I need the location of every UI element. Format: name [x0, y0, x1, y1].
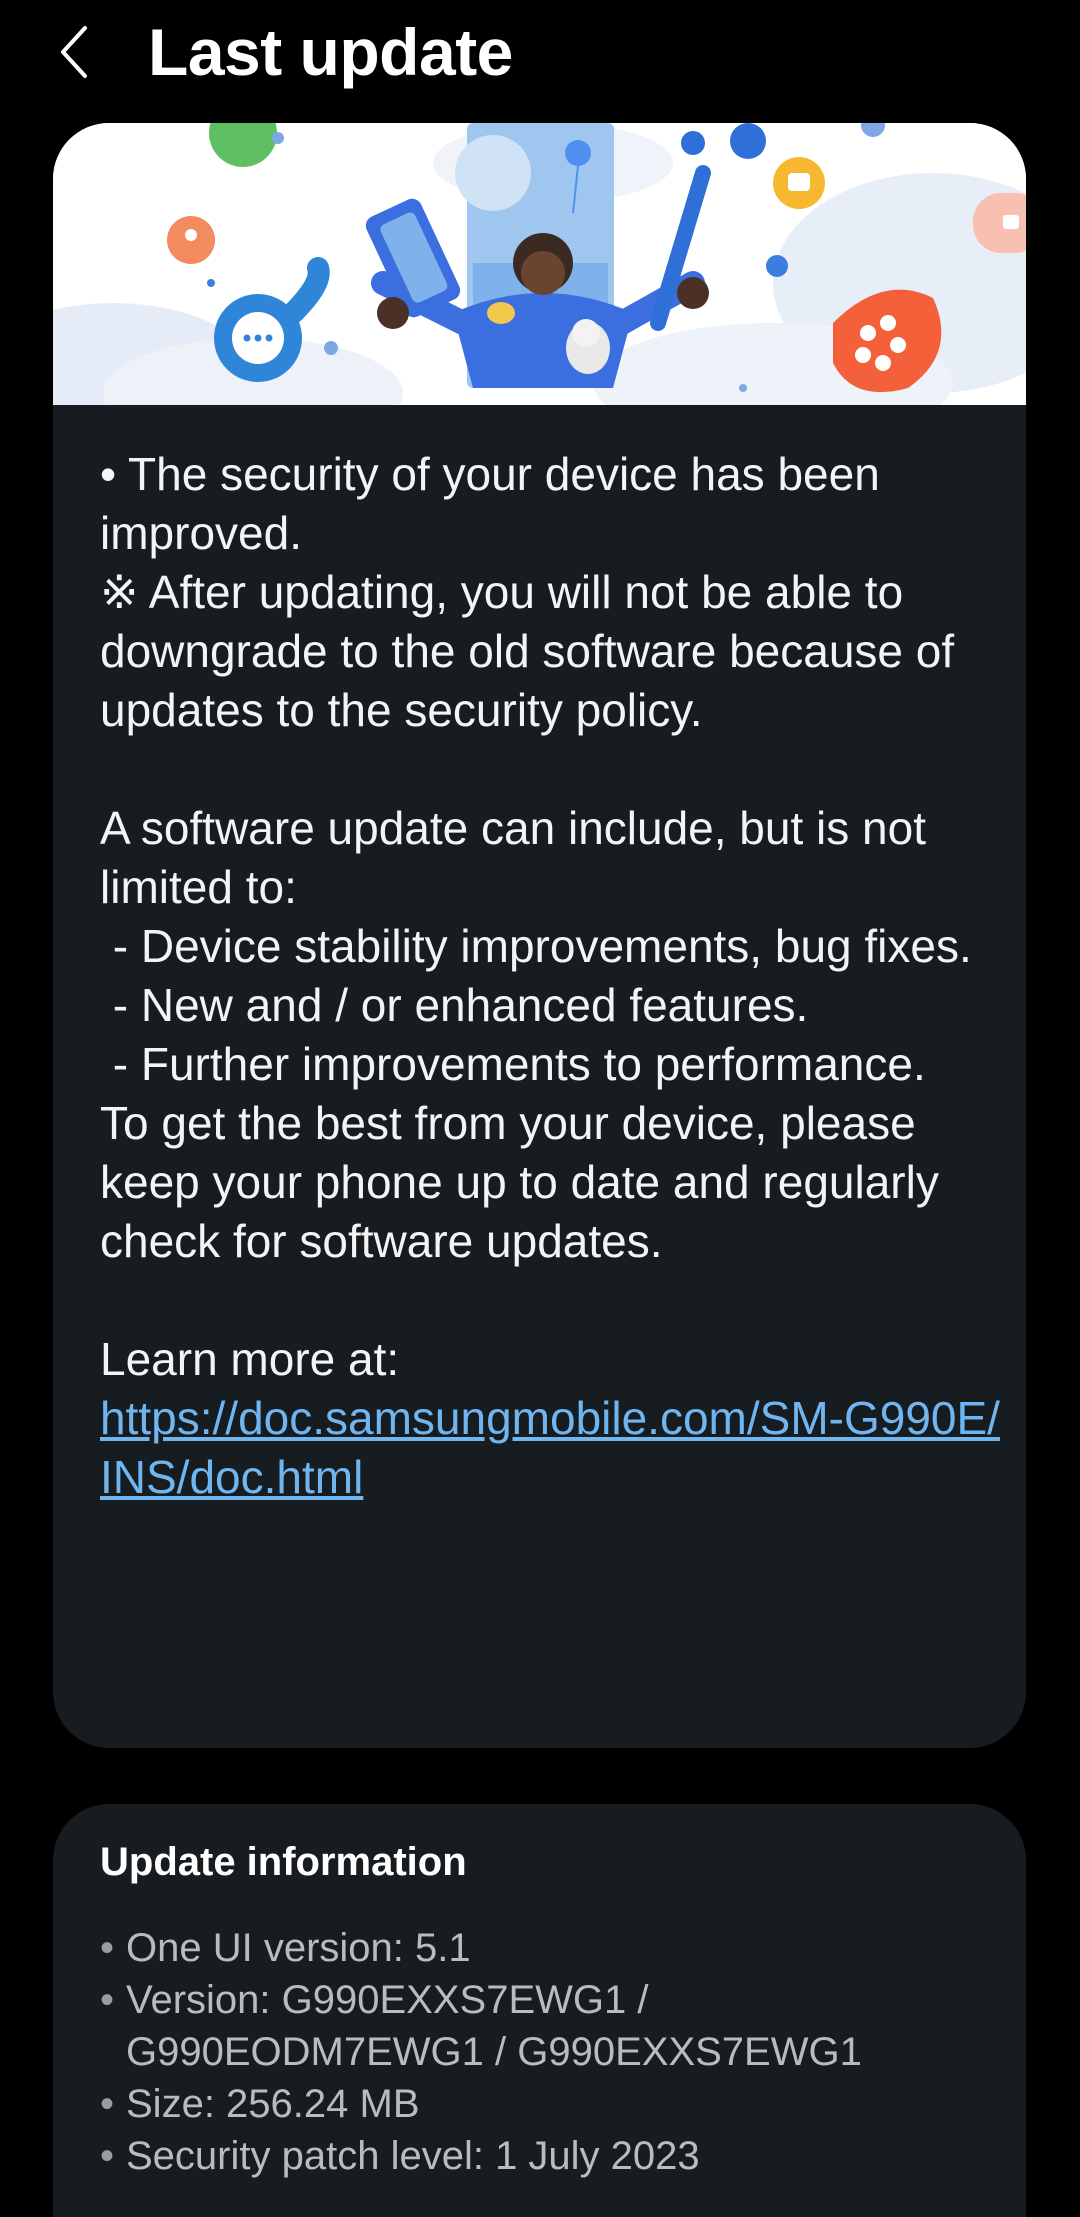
update-item-features: - New and / or enhanced features. [100, 979, 809, 1031]
update-advice: To get the best from your device, please… [100, 1097, 952, 1267]
update-information-list: One UI version: 5.1 Version: G990EXXS7EW… [100, 1922, 1000, 2182]
release-notes-card: • The security of your device has been i… [53, 123, 1026, 1748]
firmware-version: Version: G990EXXS7EWG1 / G990EODM7EWG1 /… [100, 1974, 1000, 2078]
back-button[interactable] [44, 14, 104, 90]
update-intro: A software update can include, but is no… [100, 802, 939, 913]
security-patch-level: Security patch level: 1 July 2023 [100, 2130, 1000, 2182]
chevron-left-icon [61, 26, 87, 78]
hero-illustration [53, 123, 1026, 405]
learn-more-label: Learn more at: [100, 1333, 400, 1385]
learn-more-link[interactable]: https://doc.samsungmobile.com/SM-G990E/I… [100, 1389, 1000, 1507]
update-item-stability: - Device stability improvements, bug fix… [100, 920, 972, 972]
update-information-card: Update information One UI version: 5.1 V… [53, 1804, 1026, 2217]
page-title: Last update [148, 15, 513, 89]
update-item-performance: - Further improvements to performance. [100, 1038, 926, 1090]
security-line: • The security of your device has been i… [100, 448, 893, 559]
one-ui-version: One UI version: 5.1 [100, 1922, 1000, 1974]
update-size: Size: 256.24 MB [100, 2078, 1000, 2130]
update-information-title: Update information [100, 1840, 467, 1884]
release-notes-text: • The security of your device has been i… [100, 445, 1000, 1507]
app-header: Last update [0, 0, 1080, 110]
update-illustration [53, 123, 1026, 405]
downgrade-note: ※ After updating, you will not be able t… [100, 566, 967, 736]
